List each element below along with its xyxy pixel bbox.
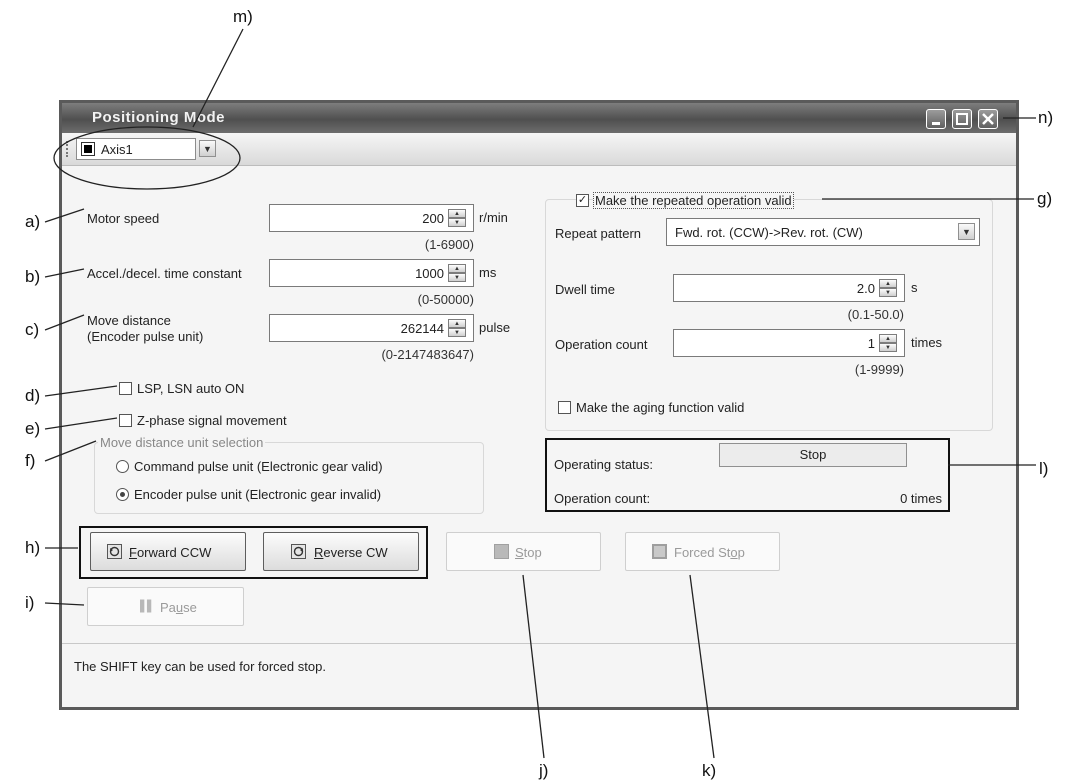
callout-overlay [44, 28, 1036, 759]
callout-line-d [44, 385, 118, 397]
callout-line-c [44, 314, 85, 331]
axis-highlight-ellipse [53, 126, 241, 190]
callout-line-a [44, 208, 85, 223]
callout-line-f [44, 440, 97, 462]
callout-line-j [522, 574, 545, 759]
callout-line-m [192, 28, 244, 128]
callout-line-i [44, 602, 85, 606]
callout-line-k [689, 574, 715, 759]
callout-line-e [44, 417, 118, 430]
callout-line-b [44, 268, 85, 278]
